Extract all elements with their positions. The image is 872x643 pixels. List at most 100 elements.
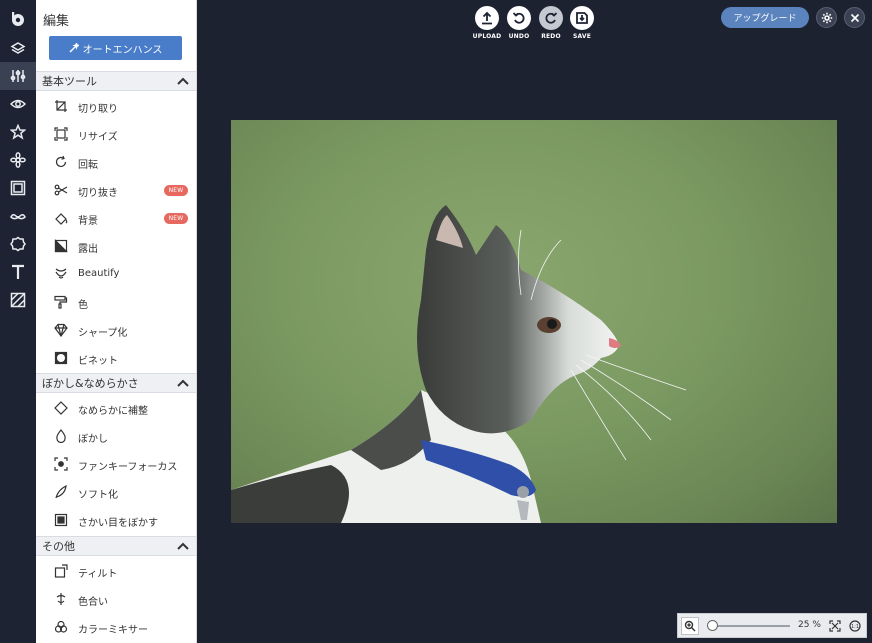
layers-icon[interactable]	[0, 35, 36, 63]
tool-tilt[interactable]: ティルト	[36, 557, 196, 585]
auto-enhance-label: オートエンハンス	[82, 44, 163, 56]
tool-rotate[interactable]: 回転	[36, 148, 196, 176]
scissors-icon	[54, 183, 68, 197]
tool-label: 背景	[78, 216, 98, 227]
section-other[interactable]: その他	[36, 536, 196, 556]
upload-button[interactable]: UPLOAD	[473, 6, 501, 42]
mustache-icon[interactable]	[0, 202, 36, 230]
shape-icon[interactable]	[0, 230, 36, 258]
focus-icon	[54, 457, 68, 471]
zoom-controls: 25 % 1:1	[677, 613, 867, 638]
cat-photo-image	[231, 205, 687, 523]
exposure-icon	[54, 239, 68, 253]
tool-funky-focus[interactable]: ファンキーフォーカス	[36, 450, 196, 478]
texture-icon[interactable]	[0, 286, 36, 314]
tool-background[interactable]: 背景 NEW	[36, 204, 196, 232]
tool-soften[interactable]: ソフト化	[36, 478, 196, 506]
frame-icon[interactable]	[0, 174, 36, 202]
color-mixer-icon	[54, 620, 68, 634]
tool-exposure[interactable]: 露出	[36, 232, 196, 260]
redo-button[interactable]: REDO	[538, 6, 564, 42]
tool-blur[interactable]: ぼかし	[36, 422, 196, 450]
resize-icon	[54, 127, 68, 141]
tool-color-mixer[interactable]: カラーミキサー	[36, 613, 196, 641]
tint-icon	[54, 592, 68, 606]
flower-icon[interactable]	[0, 146, 36, 174]
tool-smooth[interactable]: なめらかに補整	[36, 394, 196, 422]
auto-enhance-button[interactable]: オートエンハンス	[49, 36, 182, 60]
svg-text:1:1: 1:1	[851, 624, 859, 630]
zoom-slider-handle[interactable]	[707, 620, 718, 631]
tool-category-rail	[0, 0, 36, 643]
tool-label: 色合い	[78, 597, 108, 608]
redo-icon	[545, 12, 558, 24]
close-icon[interactable]	[844, 7, 865, 28]
zoom-in-icon[interactable]	[681, 617, 699, 635]
upgrade-button[interactable]: アップグレード	[721, 7, 809, 28]
upload-icon	[482, 11, 492, 25]
chevron-up-icon[interactable]	[177, 541, 189, 551]
edit-panel: 編集 オートエンハンス 基本ツール 切り取り リサイズ 回転 切り抜き NEW …	[36, 0, 197, 643]
smooth-icon	[54, 401, 68, 415]
magic-wand-icon	[69, 43, 79, 53]
tool-blur-edges[interactable]: さかい目をぼかす	[36, 506, 196, 534]
droplet-icon	[54, 429, 68, 444]
fit-screen-icon[interactable]	[826, 617, 844, 635]
tool-label: 露出	[78, 244, 98, 255]
section-title: 基本ツール	[42, 75, 97, 88]
section-basic-tools[interactable]: 基本ツール	[36, 71, 196, 91]
zoom-value: 25 %	[798, 620, 821, 630]
tool-label: 切り抜き	[78, 188, 118, 199]
tool-color[interactable]: 色	[36, 288, 196, 316]
tool-label: ぼかし	[78, 434, 108, 445]
panel-title: 編集	[43, 14, 70, 29]
beautify-icon	[54, 267, 68, 281]
save-label: SAVE	[572, 33, 592, 40]
section-title: ぼかし&なめらかさ	[42, 377, 139, 390]
star-icon[interactable]	[0, 118, 36, 146]
zoom-slider[interactable]	[710, 625, 790, 627]
new-badge: NEW	[164, 185, 188, 196]
tool-label: Beautify	[78, 268, 120, 279]
eye-icon[interactable]	[0, 90, 36, 118]
adjustments-icon[interactable]	[0, 62, 36, 90]
tool-label: ビネット	[78, 356, 118, 367]
section-title: その他	[42, 540, 75, 553]
tool-label: カラーミキサー	[78, 625, 148, 636]
tool-label: シャープ化	[78, 328, 128, 339]
blur-edges-icon	[54, 513, 68, 527]
text-icon[interactable]	[0, 258, 36, 286]
settings-gear-icon[interactable]	[816, 7, 837, 28]
chevron-up-icon[interactable]	[177, 378, 189, 388]
undo-icon	[512, 12, 525, 24]
tool-label: ソフト化	[78, 490, 118, 501]
tool-resize[interactable]: リサイズ	[36, 120, 196, 148]
redo-label: REDO	[541, 33, 561, 40]
new-badge: NEW	[164, 213, 188, 224]
paint-bucket-icon	[54, 211, 68, 225]
tool-cutout[interactable]: 切り抜き NEW	[36, 176, 196, 204]
actual-size-icon[interactable]: 1:1	[846, 617, 864, 635]
chevron-up-icon[interactable]	[177, 76, 189, 86]
undo-button[interactable]: UNDO	[506, 6, 532, 42]
tool-vignette[interactable]: ビネット	[36, 344, 196, 372]
app-logo-icon[interactable]	[0, 5, 36, 33]
tool-crop[interactable]: 切り取り	[36, 92, 196, 120]
section-blur-smooth[interactable]: ぼかし&なめらかさ	[36, 373, 196, 393]
tool-label: さかい目をぼかす	[78, 518, 158, 529]
vignette-icon	[54, 351, 68, 365]
photo-canvas[interactable]	[231, 120, 837, 523]
tool-beautify[interactable]: Beautify	[36, 260, 196, 288]
tool-tint[interactable]: 色合い	[36, 585, 196, 613]
tool-label: ティルト	[78, 569, 118, 580]
tilt-icon	[54, 564, 68, 578]
diamond-icon	[54, 323, 68, 337]
tool-label: リサイズ	[78, 132, 118, 143]
save-button[interactable]: SAVE	[569, 6, 595, 42]
tool-label: 色	[78, 300, 88, 311]
tool-label: なめらかに補整	[78, 406, 148, 417]
paint-roller-icon	[54, 295, 68, 309]
undo-label: UNDO	[508, 33, 530, 40]
tool-sharpen[interactable]: シャープ化	[36, 316, 196, 344]
tool-label: 回転	[78, 160, 98, 171]
